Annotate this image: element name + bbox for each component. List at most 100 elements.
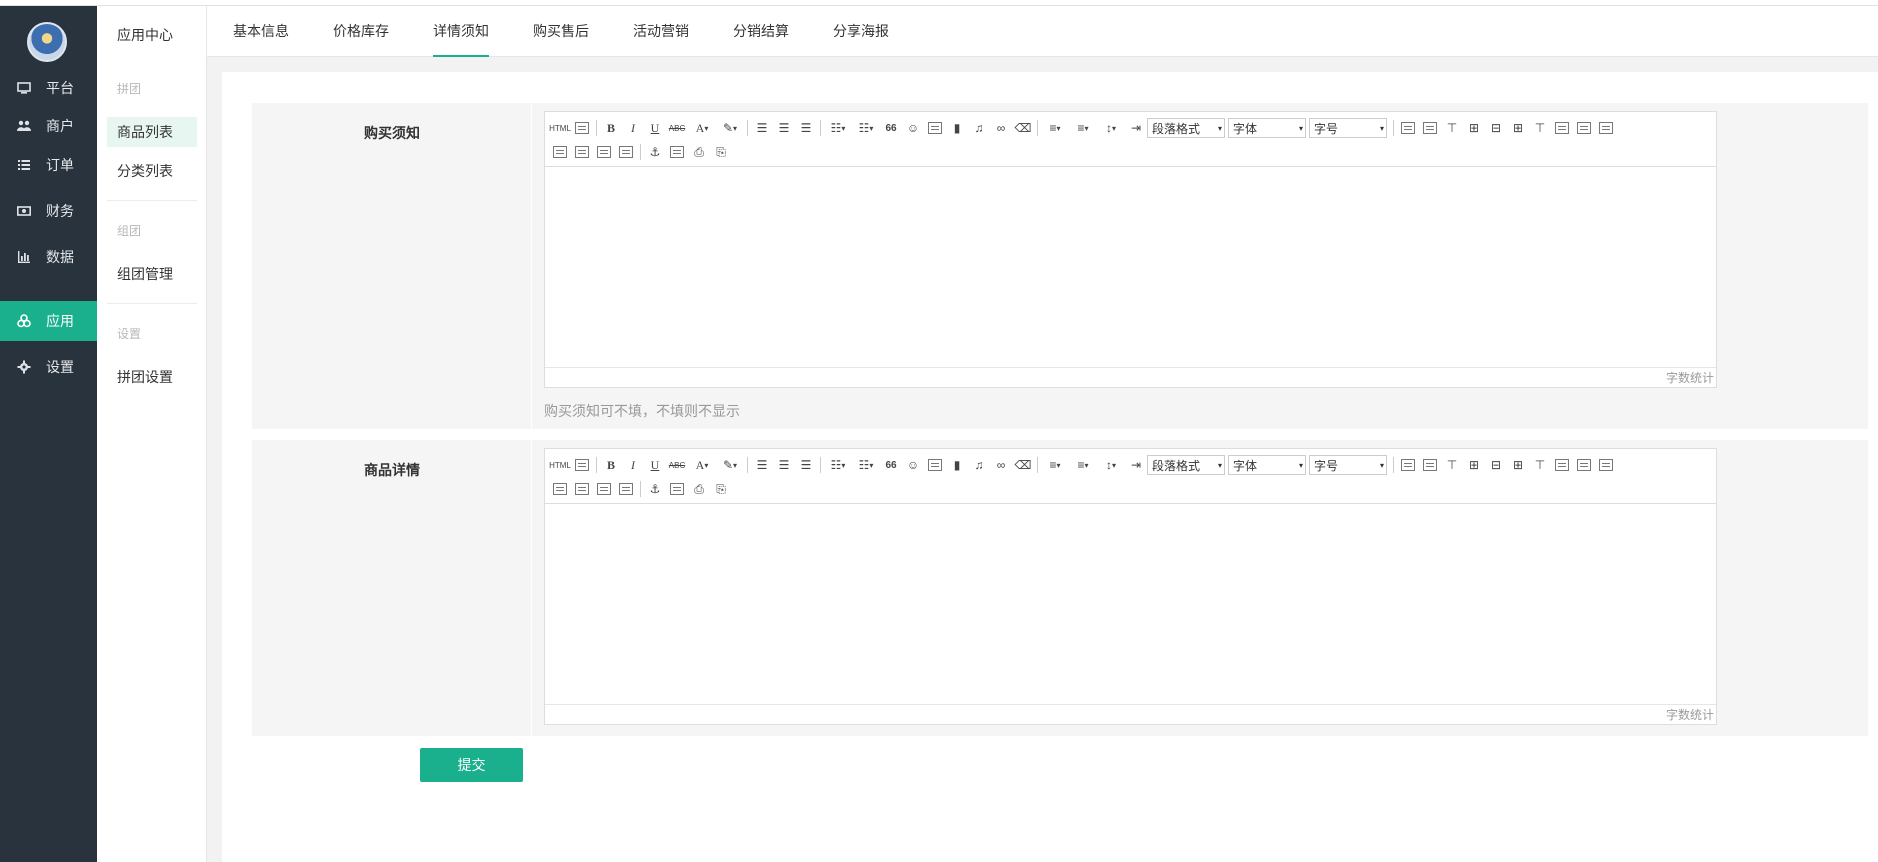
video-icon[interactable]: ▮	[946, 118, 968, 138]
image-icon[interactable]	[924, 455, 946, 475]
split-rows-icon[interactable]	[571, 142, 593, 162]
delete-table-icon[interactable]	[615, 479, 637, 499]
video-icon[interactable]: ▮	[946, 455, 968, 475]
insert-row-icon[interactable]: ⊞	[1463, 118, 1485, 138]
sub-item-group-settings[interactable]: 拼团设置	[107, 362, 197, 392]
delete-col-icon[interactable]: ⊤	[1529, 118, 1551, 138]
nav-item-platform[interactable]: 平台	[0, 68, 97, 108]
font-family-select[interactable]: 字体 ▾	[1228, 118, 1306, 138]
indent-icon[interactable]: ⇥	[1125, 118, 1147, 138]
html-source-button[interactable]: HTML	[549, 455, 571, 475]
table-title-icon[interactable]: ⊤	[1441, 118, 1463, 138]
preview-icon[interactable]	[571, 118, 593, 138]
italic-button[interactable]: I	[622, 118, 644, 138]
emoji-icon[interactable]: ☺	[902, 118, 924, 138]
music-icon[interactable]: ♫	[968, 118, 990, 138]
paragraph-spacing-button[interactable]: ≡ ▾	[1041, 118, 1069, 138]
row-spacing-button[interactable]: ≡ ▾	[1069, 118, 1097, 138]
paste-icon[interactable]: ⎘	[710, 479, 732, 499]
split-cells-icon[interactable]	[549, 479, 571, 499]
tab-basic-info[interactable]: 基本信息	[233, 6, 289, 57]
delete-row-icon[interactable]: ⊟	[1485, 455, 1507, 475]
align-center-icon[interactable]: ☰	[773, 118, 795, 138]
print-icon[interactable]: ⎙	[688, 479, 710, 499]
image-icon[interactable]	[924, 118, 946, 138]
nav-item-finance[interactable]: 财务	[0, 191, 97, 231]
delete-table-icon[interactable]	[615, 142, 637, 162]
merge-cells-icon[interactable]	[1551, 118, 1573, 138]
link-icon[interactable]: ∞	[990, 118, 1012, 138]
html-source-button[interactable]: HTML	[549, 118, 571, 138]
tab-after-sale[interactable]: 购买售后	[533, 6, 589, 57]
merge-down-icon[interactable]	[1595, 118, 1617, 138]
sub-item-group-manage[interactable]: 组团管理	[107, 259, 197, 289]
anchor-icon[interactable]: ⚓	[644, 479, 666, 499]
eraser-icon[interactable]: ⌫	[1012, 118, 1034, 138]
table-caption-icon[interactable]	[1419, 118, 1441, 138]
nav-item-data[interactable]: 数据	[0, 237, 97, 277]
paragraph-spacing-button[interactable]: ≡ ▾	[1041, 455, 1069, 475]
align-right-icon[interactable]: ☰	[795, 118, 817, 138]
merge-right-icon[interactable]	[1573, 455, 1595, 475]
link-icon[interactable]: ∞	[990, 455, 1012, 475]
music-icon[interactable]: ♫	[968, 455, 990, 475]
bold-button[interactable]: B	[600, 118, 622, 138]
table-title-icon[interactable]: ⊤	[1441, 455, 1463, 475]
unordered-list-button[interactable]: ☷ ▾	[852, 455, 880, 475]
font-family-select[interactable]: 字体 ▾	[1228, 455, 1306, 475]
submit-button[interactable]: 提交	[420, 748, 523, 782]
table-caption-icon[interactable]	[1419, 455, 1441, 475]
font-color-button[interactable]: A ▾	[688, 455, 716, 475]
font-size-select[interactable]: 字号 ▾	[1309, 455, 1387, 475]
align-center-icon[interactable]: ☰	[773, 455, 795, 475]
font-color-button[interactable]: A ▾	[688, 118, 716, 138]
insert-col-icon[interactable]: ⊞	[1507, 118, 1529, 138]
nav-item-settings[interactable]: 设置	[0, 347, 97, 387]
editor-content-area[interactable]	[545, 504, 1716, 704]
nav-item-apps[interactable]: 应用	[0, 301, 97, 341]
print-icon[interactable]: ⎙	[688, 142, 710, 162]
template-icon[interactable]	[666, 479, 688, 499]
underline-button[interactable]: U	[644, 118, 666, 138]
anchor-icon[interactable]: ⚓	[644, 142, 666, 162]
line-height-button[interactable]: ↕ ▾	[1097, 455, 1125, 475]
paste-icon[interactable]: ⎘	[710, 142, 732, 162]
ordered-list-button[interactable]: ☷ ▾	[824, 455, 852, 475]
font-size-select[interactable]: 字号 ▾	[1309, 118, 1387, 138]
tab-price-stock[interactable]: 价格库存	[333, 6, 389, 57]
unordered-list-button[interactable]: ☷ ▾	[852, 118, 880, 138]
highlight-button[interactable]: ✎ ▾	[716, 118, 744, 138]
nav-item-orders[interactable]: 订单	[0, 145, 97, 185]
merge-cells-icon[interactable]	[1551, 455, 1573, 475]
split-cols-icon[interactable]	[593, 142, 615, 162]
blockquote-button[interactable]: 66	[880, 118, 902, 138]
split-rows-icon[interactable]	[571, 479, 593, 499]
insert-row-icon[interactable]: ⊞	[1463, 455, 1485, 475]
align-right-icon[interactable]: ☰	[795, 455, 817, 475]
split-cells-icon[interactable]	[549, 142, 571, 162]
underline-button[interactable]: U	[644, 455, 666, 475]
table-icon[interactable]	[1397, 455, 1419, 475]
line-height-button[interactable]: ↕ ▾	[1097, 118, 1125, 138]
merge-down-icon[interactable]	[1595, 455, 1617, 475]
tab-detail-notice[interactable]: 详情须知	[433, 6, 489, 57]
row-spacing-button[interactable]: ≡ ▾	[1069, 455, 1097, 475]
merge-right-icon[interactable]	[1573, 118, 1595, 138]
ordered-list-button[interactable]: ☷ ▾	[824, 118, 852, 138]
template-icon[interactable]	[666, 142, 688, 162]
sub-item-category-list[interactable]: 分类列表	[107, 156, 197, 186]
editor-content-area[interactable]	[545, 167, 1716, 367]
italic-button[interactable]: I	[622, 455, 644, 475]
delete-row-icon[interactable]: ⊟	[1485, 118, 1507, 138]
delete-col-icon[interactable]: ⊤	[1529, 455, 1551, 475]
emoji-icon[interactable]: ☺	[902, 455, 924, 475]
tab-distribution[interactable]: 分销结算	[733, 6, 789, 57]
blockquote-button[interactable]: 66	[880, 455, 902, 475]
table-icon[interactable]	[1397, 118, 1419, 138]
bold-button[interactable]: B	[600, 455, 622, 475]
align-left-icon[interactable]: ☰	[751, 455, 773, 475]
split-cols-icon[interactable]	[593, 479, 615, 499]
align-left-icon[interactable]: ☰	[751, 118, 773, 138]
sub-item-goods-list[interactable]: 商品列表	[107, 117, 197, 147]
indent-icon[interactable]: ⇥	[1125, 455, 1147, 475]
